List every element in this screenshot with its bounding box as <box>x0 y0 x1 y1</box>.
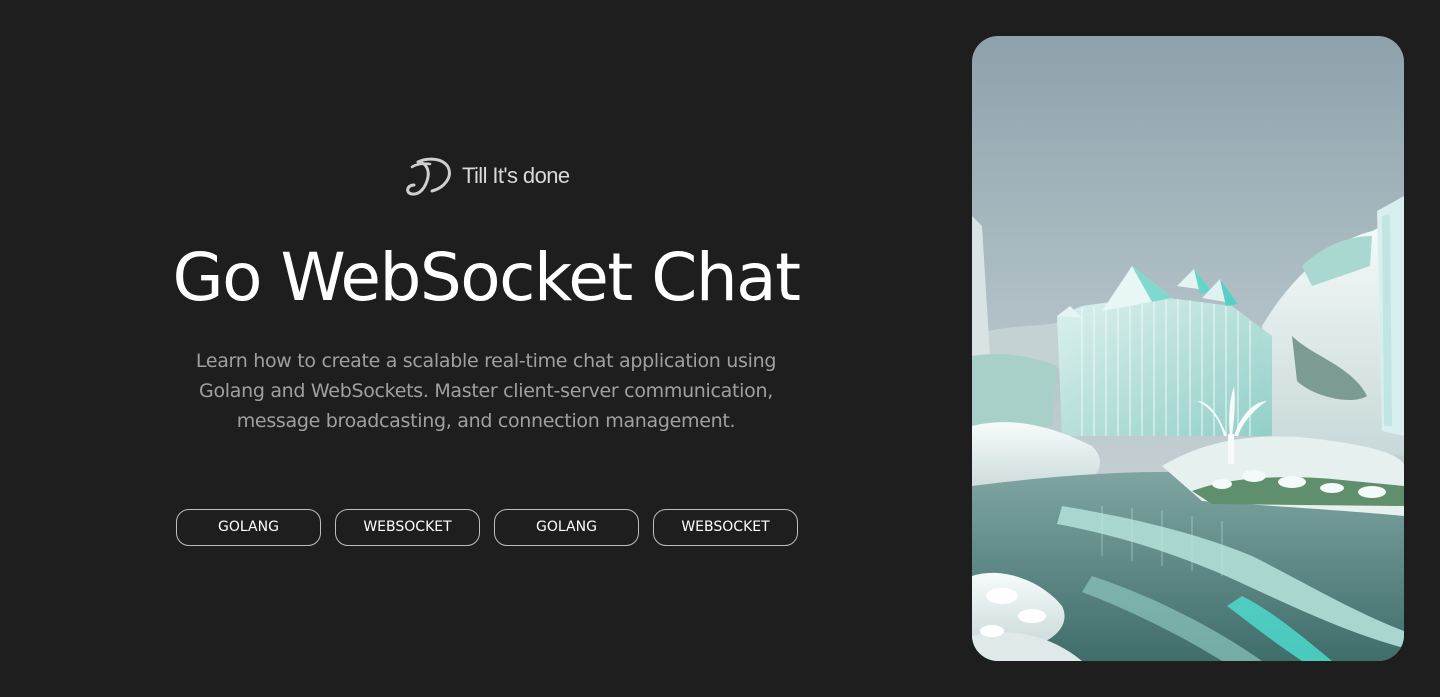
crystal-landscape-illustration <box>972 36 1404 661</box>
tag-list: GOLANG WEBSOCKET GOLANG WEBSOCKET <box>176 509 798 546</box>
page-title: Go WebSocket Chat <box>172 239 801 316</box>
tag-golang[interactable]: GOLANG <box>494 509 639 546</box>
td-monogram-icon <box>406 157 451 196</box>
tag-websocket[interactable]: WEBSOCKET <box>653 509 798 546</box>
brand-name: Till It's done <box>462 163 570 188</box>
tag-websocket[interactable]: WEBSOCKET <box>335 509 480 546</box>
brand[interactable]: Till It's done <box>404 155 570 197</box>
page-description: Learn how to create a scalable real-time… <box>195 350 777 432</box>
page: Till It's done Go WebSocket Chat Learn h… <box>0 0 1440 697</box>
hero-image <box>972 36 1404 661</box>
tag-golang[interactable]: GOLANG <box>176 509 321 546</box>
hero-section: Till It's done Go WebSocket Chat Learn h… <box>0 0 972 697</box>
